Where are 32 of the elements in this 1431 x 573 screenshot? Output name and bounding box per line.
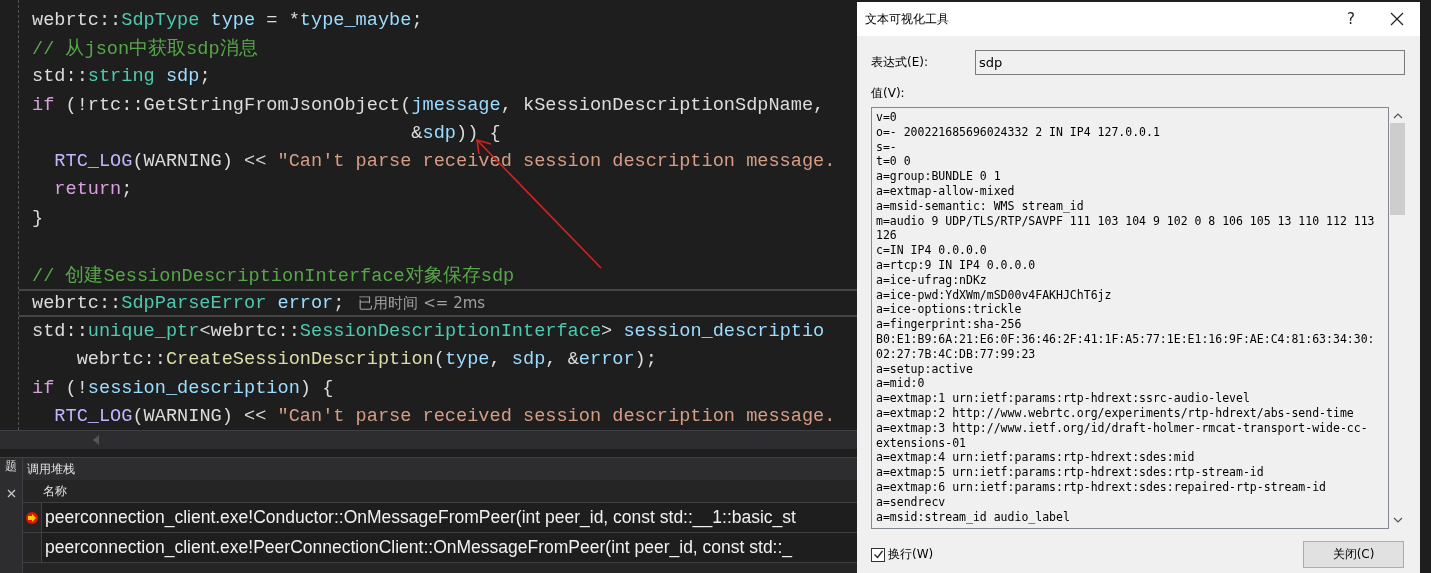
close-icon [1390,12,1404,26]
sdp-text: v=0 o=- 200221685696024332 2 IN IP4 127.0.0.1 s=- t=0 0 a=group:BUNDLE 0 1 a=extmap-allow-mixed a=msid-semantic: WMS stream_id m=audio 9 UDP/TLS/RTP/SAVPF 111 103 104 9 102 0 8 106 105 13 110 112 113 126 c=IN IP4 0.0.0.0 a=rtcp:9 IN IP4 0.0.0.0 a=ice-ufrag:nDKz a=ice-pwd:YdXWm/mSD00v4FAKHJChT6jz a=ice-options:trickle a=fingerprint:sha-256 B0:E1:B9:6A:21:E6:0F:36:46:2F:41:1F:A5:77:1E:E1:16:9F:AE:C4:81:63:34:30: 02:27:7B:4C:DB:77:99:23 a=setup:active a=mid:0 a=extmap:1 urn:ietf:params:rtp-hdrext:ssrc-audio-level a=extmap:2 http://www.webrtc.org/experiments/rtp-hdrext/abs-send-time a=extmap:3 http://www.ietf.org/id/draft-holmer-rmcat-transport-wide-cc- extensions-01 a=extmap:4 urn:ietf:params:rtp-hdrext:sdes:mid a=extmap:5 urn:ietf:params:rtp-hdrext:sdes:rtp-stream-id a=extmap:6 urn:ietf:params:rtp-hdrext:sdes:repaired-rtp-stream-id a=sendrecv a=msid:stream_id audio_label [876,110,1376,525]
horizontal-scrollbar[interactable] [0,430,857,449]
code-line: // 创建SessionDescriptionInterface对象保存sdp [32,264,515,288]
code-line: &sdp)) { [410,122,501,144]
wrap-checkbox[interactable] [871,547,885,562]
code-line: if (!session_description) { [32,377,334,399]
close-icon[interactable] [6,489,16,498]
code-line: webrtc::CreateSessionDescription(type, sdp, &error); [75,349,657,371]
value-label: 值(V): [871,85,906,102]
current-frame-icon [25,510,39,525]
code-line: RTC_LOG(WARNING) << "Can't parse received session description message. [53,405,836,427]
dialog-title: 文本可视化工具 [865,10,950,28]
expression-field[interactable]: sdp [975,50,1405,75]
close-dialog-button[interactable]: 关闭(C) [1303,541,1404,568]
code-line: } [32,207,44,229]
code-line: webrtc::SdpParseError error; [32,292,345,314]
code-line: webrtc::SdpType type = *type_maybe; [32,9,423,31]
scroll-down-icon[interactable] [1392,517,1403,523]
scroll-up-icon[interactable] [1392,113,1403,119]
panel-title: 调用堆栈 [27,460,75,478]
code-line: return; [53,179,133,201]
scrollbar-thumb[interactable] [1390,123,1406,215]
code-line: // 从json中获取sdp消息 [32,37,258,62]
code-line: std::string sdp; [32,66,211,88]
wrap-label: 换行(W) [888,546,934,563]
code-line: std::unique_ptr<webrtc::SessionDescriptionInterface> session_descriptio [32,320,825,342]
panel-tab[interactable]: 题 [5,458,17,475]
help-button[interactable]: ? [1328,2,1374,36]
expression-label: 表达式(E): [871,54,929,71]
elapsed-time-tip: 已用时间 <= 2ms [358,293,486,313]
code-line: if (!rtc::GetStringFromJsonObject(jmessage, kSessionDescriptionSdpName, [32,94,825,116]
